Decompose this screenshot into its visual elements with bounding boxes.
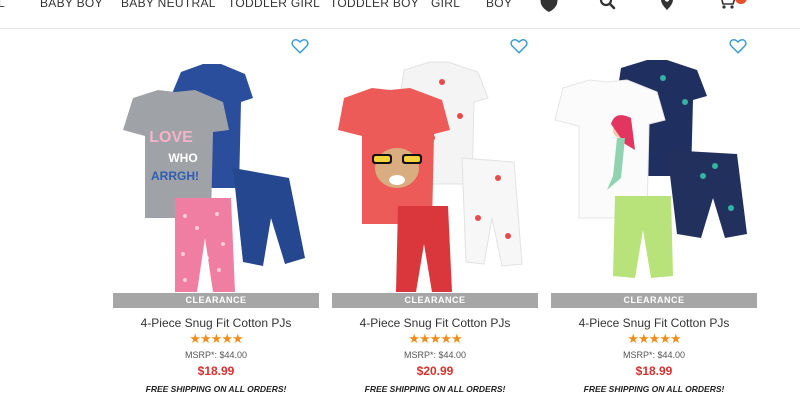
star-rating: ★★★★★ xyxy=(189,331,243,346)
product-title[interactable]: 4-Piece Snug Fit Cotton PJs xyxy=(551,316,757,330)
shipping-note: FREE SHIPPING ON ALL ORDERS! xyxy=(583,384,725,394)
star-rating: ★★★★★ xyxy=(627,331,681,346)
search-icon[interactable] xyxy=(598,0,618,12)
nav-item-girl[interactable]: GIRL xyxy=(431,0,460,10)
product-title[interactable]: 4-Piece Snug Fit Cotton PJs xyxy=(113,316,319,330)
top-navigation: L BABY BOY BABY NEUTRAL TODDLER GIRL TOD… xyxy=(0,0,800,29)
shipping-note: FREE SHIPPING ON ALL ORDERS! xyxy=(145,384,287,394)
shield-icon[interactable] xyxy=(539,0,559,12)
cart-icon[interactable] xyxy=(717,0,737,12)
shipping-note: FREE SHIPPING ON ALL ORDERS! xyxy=(364,384,506,394)
heart-icon[interactable] xyxy=(729,38,747,55)
nav-item-baby-neutral[interactable]: BABY NEUTRAL xyxy=(121,0,216,10)
shirt-text-line-2: WHO xyxy=(168,151,197,165)
nav-item-toddler-girl[interactable]: TODDLER GIRL xyxy=(228,0,320,10)
sale-price: $20.99 xyxy=(416,364,454,378)
clearance-badge: CLEARANCE xyxy=(551,293,757,308)
product-card[interactable]: CLEARANCE 4-Piece Snug Fit Cotton PJs ★★… xyxy=(332,34,538,404)
location-pin-icon[interactable] xyxy=(657,0,677,12)
product-image[interactable] xyxy=(332,58,538,298)
shirt-text-line-3: ARRGH! xyxy=(151,169,199,183)
nav-item-girl-partial[interactable]: L xyxy=(0,0,5,10)
sale-price: $18.99 xyxy=(635,364,673,378)
product-title[interactable]: 4-Piece Snug Fit Cotton PJs xyxy=(332,316,538,330)
product-card[interactable]: LOVE WHO ARRGH! CLEARANCE 4-Piece Snug F… xyxy=(113,34,319,404)
nav-item-baby-boy[interactable]: BABY BOY xyxy=(40,0,103,10)
msrp-price: MSRP*: $44.00 xyxy=(184,350,248,360)
nav-item-boy[interactable]: BOY xyxy=(486,0,512,10)
clearance-badge: CLEARANCE xyxy=(113,293,319,308)
clearance-badge: CLEARANCE xyxy=(332,293,538,308)
nav-item-toddler-boy[interactable]: TODDLER BOY xyxy=(330,0,419,10)
heart-icon[interactable] xyxy=(510,38,528,55)
product-card[interactable]: CLEARANCE 4-Piece Snug Fit Cotton PJs ★★… xyxy=(551,34,757,404)
product-image[interactable] xyxy=(551,58,757,298)
sale-price: $18.99 xyxy=(197,364,235,378)
msrp-price: MSRP*: $44.00 xyxy=(622,350,686,360)
heart-icon[interactable] xyxy=(291,38,309,55)
shirt-text-line-1: LOVE xyxy=(149,129,193,146)
star-rating: ★★★★★ xyxy=(408,331,462,346)
msrp-price: MSRP*: $44.00 xyxy=(403,350,467,360)
product-image[interactable]: LOVE WHO ARRGH! xyxy=(113,58,319,298)
